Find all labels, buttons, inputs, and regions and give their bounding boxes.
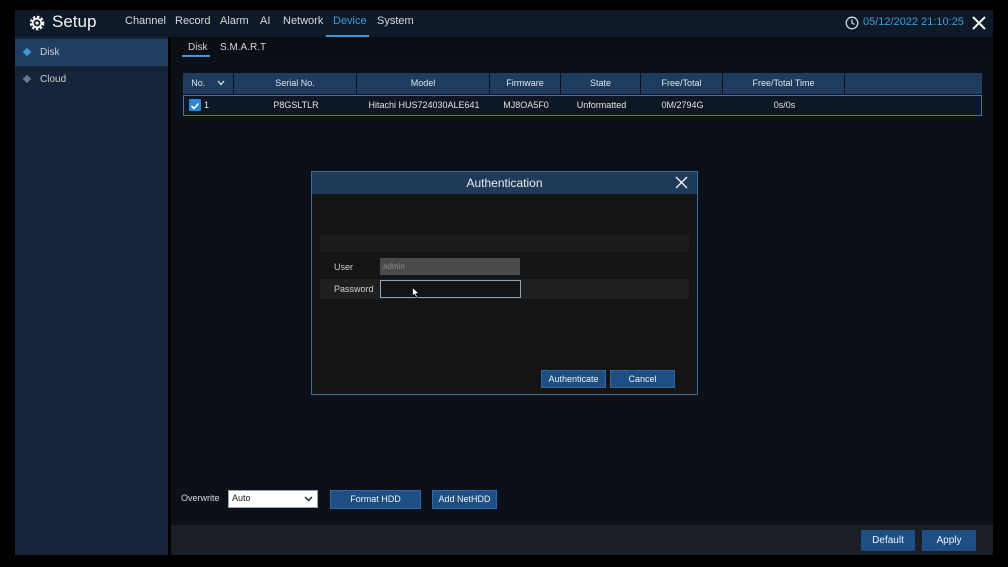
col-no[interactable]: No. (183, 73, 234, 94)
datetime: 05/12/2022 21:10:25 (863, 16, 964, 28)
close-icon[interactable] (971, 15, 987, 31)
format-hdd-button[interactable]: Format HDD (330, 490, 421, 509)
user-field[interactable]: admin (380, 258, 520, 275)
cell-model: Hitachi HUS724030ALE641 (368, 100, 480, 110)
add-nethdd-button[interactable]: Add NetHDD (432, 490, 497, 509)
menu-channel[interactable]: Channel (125, 15, 166, 27)
row-checkbox[interactable] (189, 99, 201, 111)
cell-serial: P8GSLTLR (273, 100, 319, 110)
cell-no: 1 (204, 100, 210, 110)
sub-tabs: Disk S.M.A.R.T (171, 37, 993, 57)
col-firmware: Firmware (490, 73, 561, 94)
overwrite-value: Auto (232, 493, 251, 503)
gear-icon (29, 15, 45, 31)
menu-alarm[interactable]: Alarm (220, 15, 249, 27)
app-title: Setup (52, 12, 97, 31)
mouse-cursor-icon (412, 287, 420, 298)
col-state: State (561, 73, 641, 94)
sidebar: Disk Cloud (15, 37, 168, 555)
col-free-total: Free/Total (641, 73, 723, 94)
tab-active-indicator (182, 55, 210, 57)
menu-ai[interactable]: AI (260, 15, 270, 27)
overwrite-label: Overwrite (181, 493, 220, 503)
footer-bar: Default Apply (171, 525, 993, 555)
tab-disk[interactable]: Disk (188, 42, 207, 53)
sidebar-item-disk[interactable]: Disk (15, 39, 168, 66)
tab-smart[interactable]: S.M.A.R.T (220, 42, 266, 53)
cancel-button[interactable]: Cancel (610, 370, 675, 388)
dialog-divider (320, 234, 689, 252)
menu-network[interactable]: Network (283, 15, 323, 27)
top-bar: Setup Channel Record Alarm AI Network De… (15, 10, 993, 37)
close-icon[interactable] (675, 176, 688, 189)
sidebar-item-cloud[interactable]: Cloud (15, 66, 168, 93)
cell-state: Unformatted (576, 100, 627, 110)
col-model: Model (357, 73, 490, 94)
user-label: User (334, 262, 354, 272)
table-header: No. Serial No. Model Firmware State Free… (183, 73, 982, 94)
apply-button[interactable]: Apply (922, 530, 976, 551)
cell-firmware: MJ8OA5F0 (503, 100, 549, 110)
dialog-header: Authentication (312, 172, 697, 194)
cell-free-total: 0M/2794G (661, 100, 704, 110)
menu-record[interactable]: Record (175, 15, 210, 27)
col-serial: Serial No. (234, 73, 357, 94)
overwrite-select[interactable]: Auto (228, 490, 318, 508)
password-field[interactable] (380, 280, 521, 298)
disk-icon (22, 47, 32, 57)
clock-icon (845, 16, 859, 30)
dialog-title: Authentication (466, 176, 543, 190)
menu-system[interactable]: System (377, 15, 414, 27)
cell-free-total-time: 0s/0s (773, 100, 796, 110)
sidebar-item-label: Cloud (40, 74, 67, 85)
chevron-down-icon (217, 80, 225, 86)
default-button[interactable]: Default (861, 530, 915, 551)
authentication-dialog: Authentication User admin Password Authe… (311, 171, 698, 395)
password-label: Password (334, 284, 374, 294)
table-row[interactable]: 1 P8GSLTLR Hitachi HUS724030ALE641 MJ8OA… (183, 95, 982, 116)
sidebar-item-label: Disk (40, 47, 60, 58)
col-free-total-time: Free/Total Time (723, 73, 845, 94)
authenticate-button[interactable]: Authenticate (541, 370, 606, 388)
check-icon (190, 102, 200, 110)
menu-device[interactable]: Device (333, 15, 367, 27)
chevron-down-icon (304, 496, 313, 502)
cloud-icon (22, 74, 32, 84)
